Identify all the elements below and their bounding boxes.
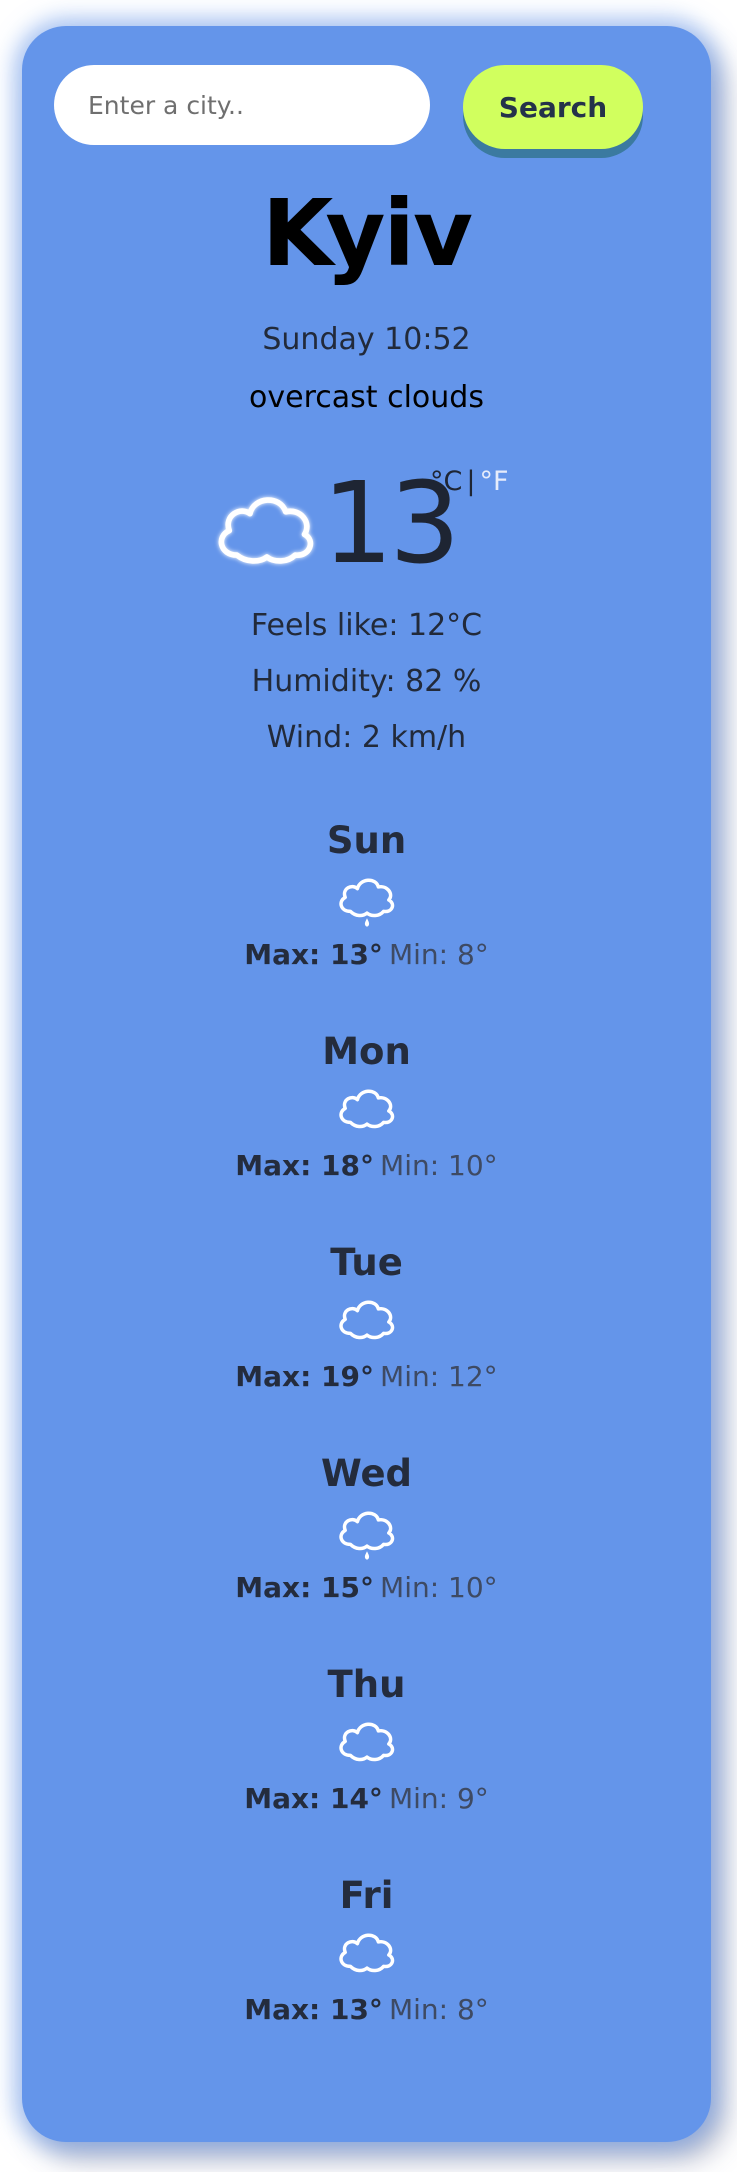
- forecast-temps: Max: 15° Min: 10°: [22, 1574, 711, 1602]
- forecast-day-fri: Fri Max: 13° Min: 8°: [22, 1877, 711, 2024]
- forecast-min-temp: Min: 9°: [388, 1782, 489, 1815]
- forecast-temps: Max: 18° Min: 10°: [22, 1152, 711, 1180]
- cloud-rain-icon: [338, 1511, 394, 1560]
- current-datetime: Sunday 10:52: [262, 322, 471, 357]
- forecast-day-name: Sun: [326, 819, 407, 862]
- forecast-day-mon: Mon Max: 18° Min: 10°: [22, 1033, 711, 1180]
- forecast-min-temp: Min: 8°: [388, 938, 489, 971]
- forecast-max-temp: Max: 15°: [235, 1571, 375, 1604]
- forecast-temps: Max: 13° Min: 8°: [22, 1996, 711, 2024]
- forecast-day-name: Fri: [339, 1874, 394, 1917]
- forecast-min-temp: Min: 12°: [380, 1360, 498, 1393]
- forecast-max-temp: Max: 19°: [235, 1360, 375, 1393]
- forecast-day-name: Mon: [322, 1030, 411, 1073]
- cloud-icon: [338, 1089, 394, 1129]
- cloud-icon: [338, 1933, 394, 1973]
- feels-like: Feels like: 12°C: [250, 608, 483, 643]
- unit-toggle: °C | °F: [430, 466, 509, 497]
- unit-separator: |: [466, 466, 476, 497]
- search-button[interactable]: Search: [463, 65, 643, 149]
- city-search-input[interactable]: [54, 65, 430, 145]
- cloud-icon: [338, 1722, 394, 1762]
- forecast-day-thu: Thu Max: 14° Min: 9°: [22, 1666, 711, 1813]
- forecast-max-temp: Max: 14°: [244, 1782, 383, 1815]
- forecast-min-temp: Min: 8°: [388, 1993, 489, 2026]
- forecast-max-temp: Max: 13°: [244, 1993, 383, 2026]
- forecast-day-name: Wed: [320, 1452, 413, 1495]
- forecast-day-name: Thu: [327, 1663, 406, 1706]
- cloud-icon: [218, 497, 314, 564]
- forecast-min-temp: Min: 10°: [380, 1149, 498, 1182]
- weather-description: overcast clouds: [249, 380, 484, 415]
- humidity: Humidity: 82 %: [251, 664, 482, 699]
- search-form: Search: [54, 65, 644, 175]
- forecast-min-temp: Min: 10°: [380, 1571, 498, 1604]
- cloud-icon: [338, 1300, 394, 1340]
- forecast-temps: Max: 14° Min: 9°: [22, 1785, 711, 1813]
- forecast-max-temp: Max: 13°: [244, 938, 383, 971]
- celsius-link[interactable]: °C: [430, 466, 462, 497]
- forecast-max-temp: Max: 18°: [235, 1149, 375, 1182]
- forecast-day-wed: Wed Max: 15° Min: 10°: [22, 1455, 711, 1602]
- forecast-day-tue: Tue Max: 19° Min: 12°: [22, 1244, 711, 1391]
- cloud-rain-icon: [338, 878, 394, 927]
- city-name: Kyiv: [262, 180, 473, 287]
- forecast-temps: Max: 19° Min: 12°: [22, 1363, 711, 1391]
- forecast-temps: Max: 13° Min: 8°: [22, 941, 711, 969]
- fahrenheit-link[interactable]: °F: [479, 466, 508, 497]
- forecast-day-name: Tue: [330, 1241, 403, 1284]
- forecast-day-sun: Sun Max: 13° Min: 8°: [22, 822, 711, 969]
- wind: Wind: 2 km/h: [266, 720, 467, 755]
